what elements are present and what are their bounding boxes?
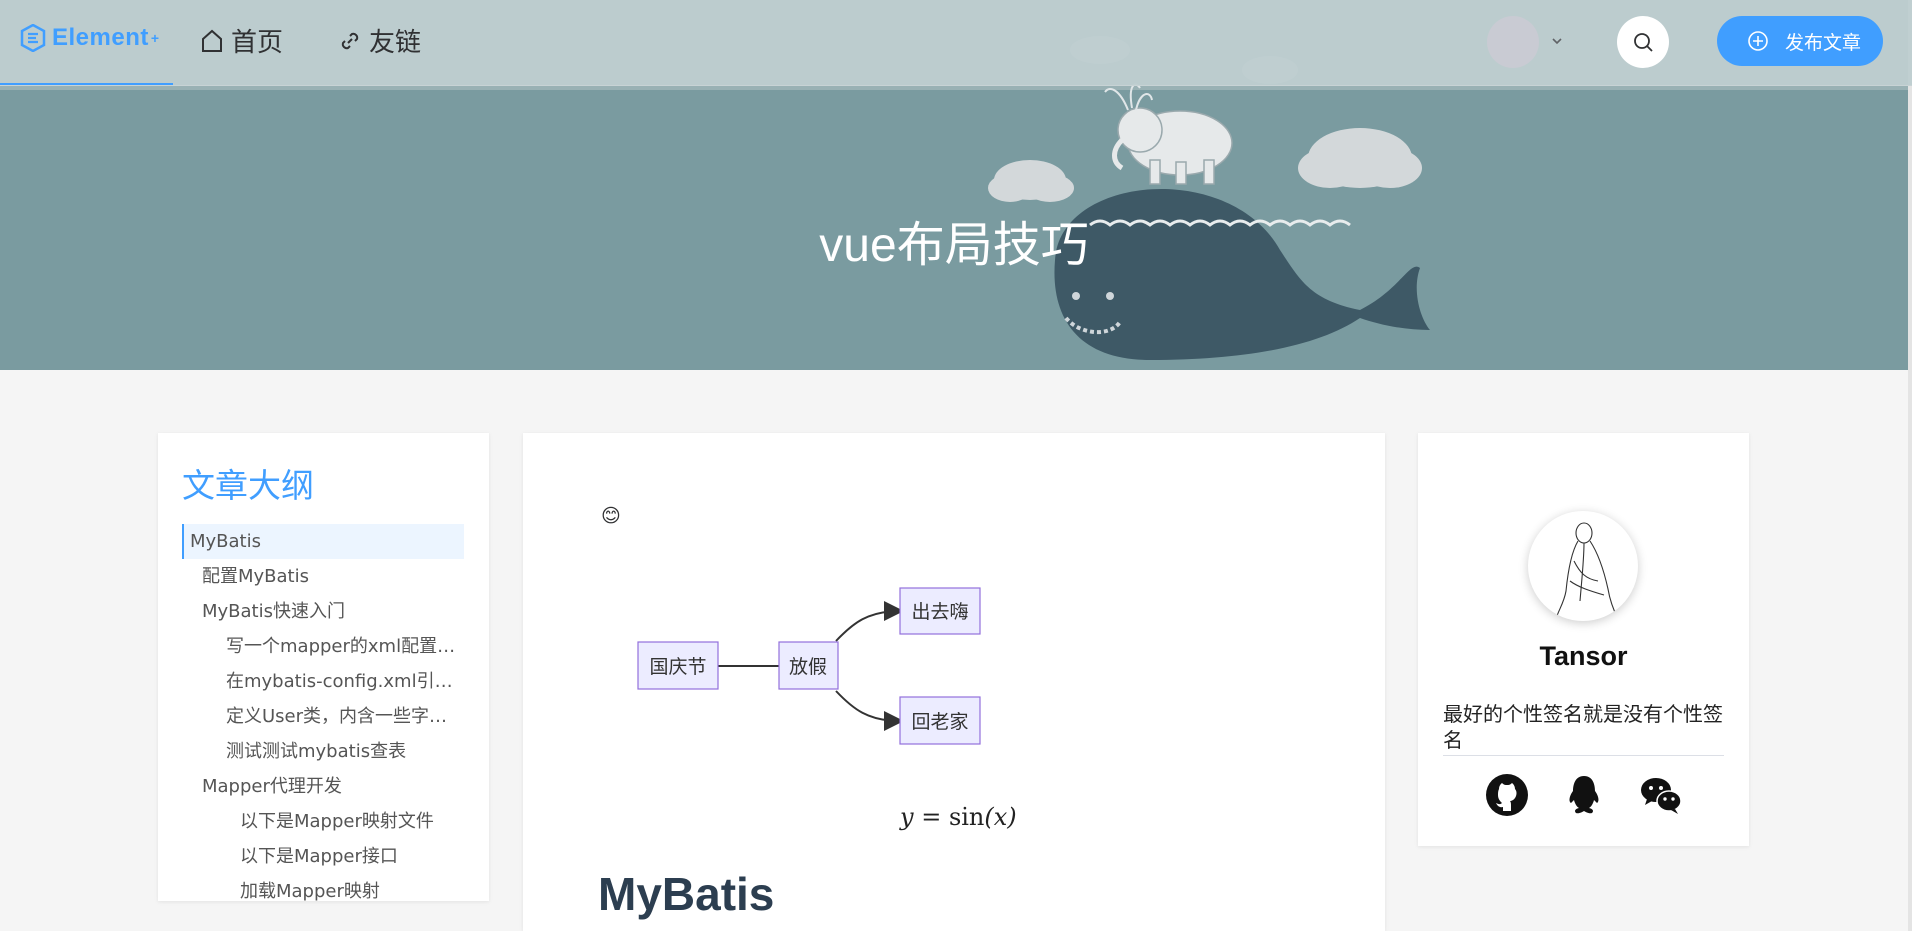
github-icon[interactable] (1485, 773, 1529, 817)
wechat-icon[interactable] (1639, 773, 1683, 817)
page-scrollbar[interactable] (1908, 0, 1912, 931)
plus-circle-icon (1748, 31, 1768, 51)
nav-links[interactable]: 友链 (339, 22, 421, 59)
flow-node-top: 出去嗨 (899, 587, 981, 635)
article-heading: MyBatis (598, 868, 775, 920)
flow-edge (835, 690, 904, 731)
user-avatar[interactable] (1487, 16, 1539, 68)
qq-icon[interactable] (1562, 773, 1606, 817)
active-nav-underline (0, 83, 173, 85)
flowchart-diagram: 国庆节 放假 出去嗨 回老家 (637, 587, 981, 745)
outline-item[interactable]: 定义User类，内含一些字段与方法 (182, 699, 464, 734)
logo-sup: + (150, 30, 160, 46)
publish-article-button[interactable]: 发布文章 (1717, 16, 1883, 66)
flow-node-start: 国庆节 (637, 641, 719, 690)
author-avatar[interactable] (1528, 511, 1638, 621)
home-icon (202, 29, 222, 52)
search-button[interactable] (1617, 16, 1669, 68)
flow-edge (835, 601, 904, 642)
social-links (1418, 773, 1749, 817)
sketch-portrait-icon (1555, 522, 1619, 620)
author-profile-card: Tansor 最好的个性签名就是没有个性签名 (1418, 433, 1749, 846)
outline-item[interactable]: 写一个mapper的xml配置文件 (182, 629, 464, 664)
flow-node-start-label: 国庆节 (649, 656, 706, 678)
nav-home-label: 首页 (231, 28, 284, 58)
formula-eq: = (913, 803, 949, 831)
outline-item[interactable]: 测试测试mybatis查表 (182, 734, 464, 769)
outline-item[interactable]: 以下是Mapper映射文件 (182, 804, 464, 839)
author-name: Tansor (1539, 641, 1628, 671)
formula-lhs: y (900, 803, 914, 831)
formula-fn: sin (948, 803, 985, 831)
outline-item[interactable]: 以下是Mapper接口 (182, 839, 464, 874)
logo-text: Element (52, 24, 149, 51)
outline-item[interactable]: 加载Mapper映射 (182, 874, 464, 901)
chevron-down-icon[interactable] (1550, 34, 1564, 48)
logo[interactable]: Element + (20, 24, 160, 52)
nav-links-label: 友链 (369, 28, 422, 58)
outline-title: 文章大纲 (182, 466, 314, 505)
outline-item[interactable]: MyBatis快速入门 (182, 594, 464, 629)
formula-arg: (x) (984, 803, 1017, 831)
outline-item[interactable]: 配置MyBatis (182, 559, 464, 594)
search-icon (1634, 33, 1653, 52)
top-navbar: Element + 首页 友链 发布文章 (0, 0, 1912, 86)
outline-item[interactable]: 在mybatis-config.xml引入mapper (182, 664, 464, 699)
flow-node-middle: 放假 (778, 641, 839, 690)
flow-node-bottom: 回老家 (899, 696, 981, 745)
article-content: 😊 国庆节 放假 出去嗨 回老家 y = sin(x) MyBatis (523, 433, 1385, 931)
publish-label: 发布文章 (1785, 31, 1862, 54)
link-icon (341, 32, 359, 49)
outline-item[interactable]: Mapper代理开发 (182, 769, 464, 804)
element-logo-icon (20, 24, 46, 52)
flow-node-top-label: 出去嗨 (911, 601, 968, 623)
flow-node-bottom-label: 回老家 (911, 711, 968, 733)
math-formula: y = sin(x) (900, 803, 1017, 831)
flow-node-middle-label: 放假 (789, 656, 827, 678)
author-signature: 最好的个性签名就是没有个性签名 (1443, 701, 1724, 756)
article-outline-card: 文章大纲 MyBatis 配置MyBatis MyBatis快速入门 写一个ma… (158, 433, 489, 901)
banner-title: vue布局技巧 (819, 219, 1089, 272)
nav-home[interactable]: 首页 (201, 22, 283, 59)
outline-list: MyBatis 配置MyBatis MyBatis快速入门 写一个mapper的… (182, 524, 464, 901)
outline-item[interactable]: MyBatis (182, 524, 464, 559)
